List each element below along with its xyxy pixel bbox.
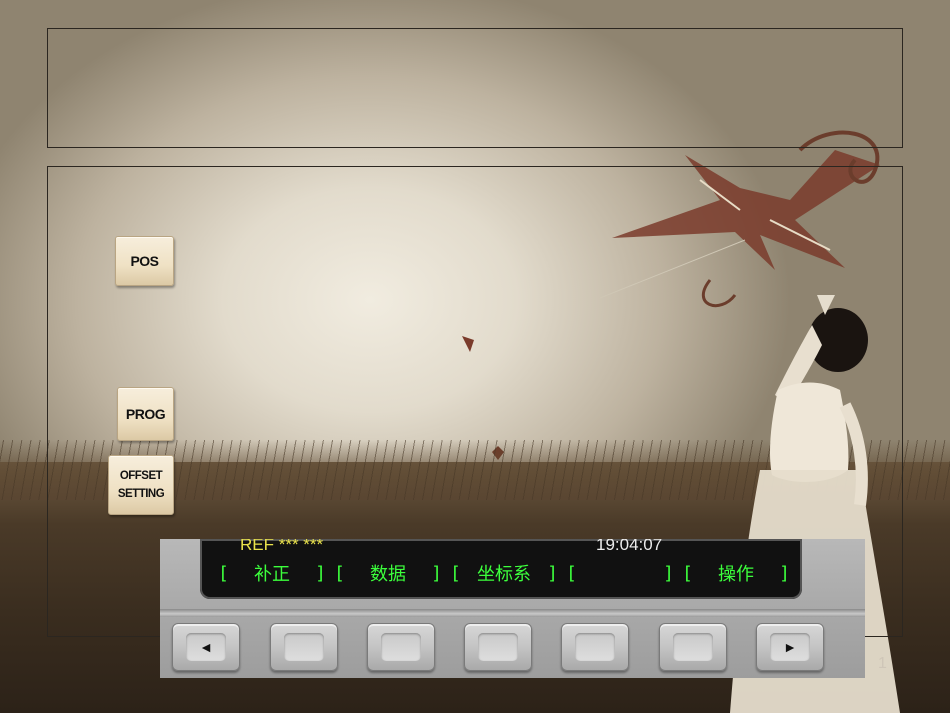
- softkey-operation[interactable]: [ 操作 ]: [678, 559, 794, 587]
- next-menu-key[interactable]: ►: [756, 623, 824, 671]
- bracket-open: [: [450, 562, 461, 584]
- screen-status-text: REF *** ***: [240, 539, 324, 553]
- bracket-close: ]: [431, 562, 442, 584]
- prog-key-label: PROG: [125, 406, 166, 422]
- softkey-button-4[interactable]: [561, 623, 629, 671]
- offset-key-label-line1: OFFSET: [119, 470, 163, 482]
- softkey-button-face: [478, 633, 518, 661]
- bracket-close: ]: [663, 562, 674, 584]
- softkey-label: 补正: [254, 564, 290, 585]
- screen-clock: 19:04:07: [596, 539, 663, 554]
- softkey-label: 坐标系: [477, 564, 531, 585]
- prev-menu-key[interactable]: ◄: [172, 623, 240, 671]
- offset-setting-key[interactable]: OFFSET SETTING: [108, 455, 174, 515]
- softkey-menu: [ 补正 ] [ 数据 ] [ 坐标系 ] [ ] [ 操作]: [214, 559, 794, 587]
- right-arrow-icon: ►: [770, 633, 810, 661]
- softkey-button-2[interactable]: [367, 623, 435, 671]
- cnc-control-panel: REF *** *** 19:04:07 [ 补正 ] [ 数据 ] [ 坐标系…: [160, 539, 865, 678]
- bracket-open: [: [682, 562, 693, 584]
- left-arrow-icon: ◄: [186, 633, 226, 661]
- softkey-empty[interactable]: [ ]: [562, 559, 678, 587]
- softkey-button-3[interactable]: [464, 623, 532, 671]
- softkey-button-face: [575, 633, 615, 661]
- pos-key-label: POS: [130, 253, 159, 269]
- softkey-button-face: [673, 633, 713, 661]
- bracket-close: ]: [547, 562, 558, 584]
- softkey-button-5[interactable]: [659, 623, 727, 671]
- bracket-open: [: [334, 562, 345, 584]
- hardware-softkey-row: ◄ ►: [170, 623, 830, 673]
- softkey-offset[interactable]: [ 补正 ]: [214, 559, 330, 587]
- softkey-label: 操作: [718, 564, 754, 585]
- bracket-close: ]: [315, 562, 326, 584]
- bracket-close: ]: [779, 562, 790, 584]
- softkey-button-1[interactable]: [270, 623, 338, 671]
- softkey-label: 数据: [370, 564, 406, 585]
- softkey-button-face: [284, 633, 324, 661]
- softkey-data[interactable]: [ 数据 ]: [330, 559, 446, 587]
- bracket-open: [: [566, 562, 577, 584]
- pos-key[interactable]: POS: [115, 236, 174, 286]
- softkey-coordinate-system[interactable]: [ 坐标系 ]: [446, 559, 562, 587]
- panel-ridge: [160, 609, 865, 617]
- offset-key-label-line2: SETTING: [117, 488, 165, 500]
- page-number: 1: [878, 655, 887, 672]
- bracket-open: [: [218, 562, 229, 584]
- prog-key[interactable]: PROG: [117, 387, 174, 441]
- cnc-screen: REF *** *** 19:04:07 [ 补正 ] [ 数据 ] [ 坐标系…: [200, 539, 802, 599]
- softkey-button-face: [381, 633, 421, 661]
- title-placeholder-frame: [47, 28, 903, 148]
